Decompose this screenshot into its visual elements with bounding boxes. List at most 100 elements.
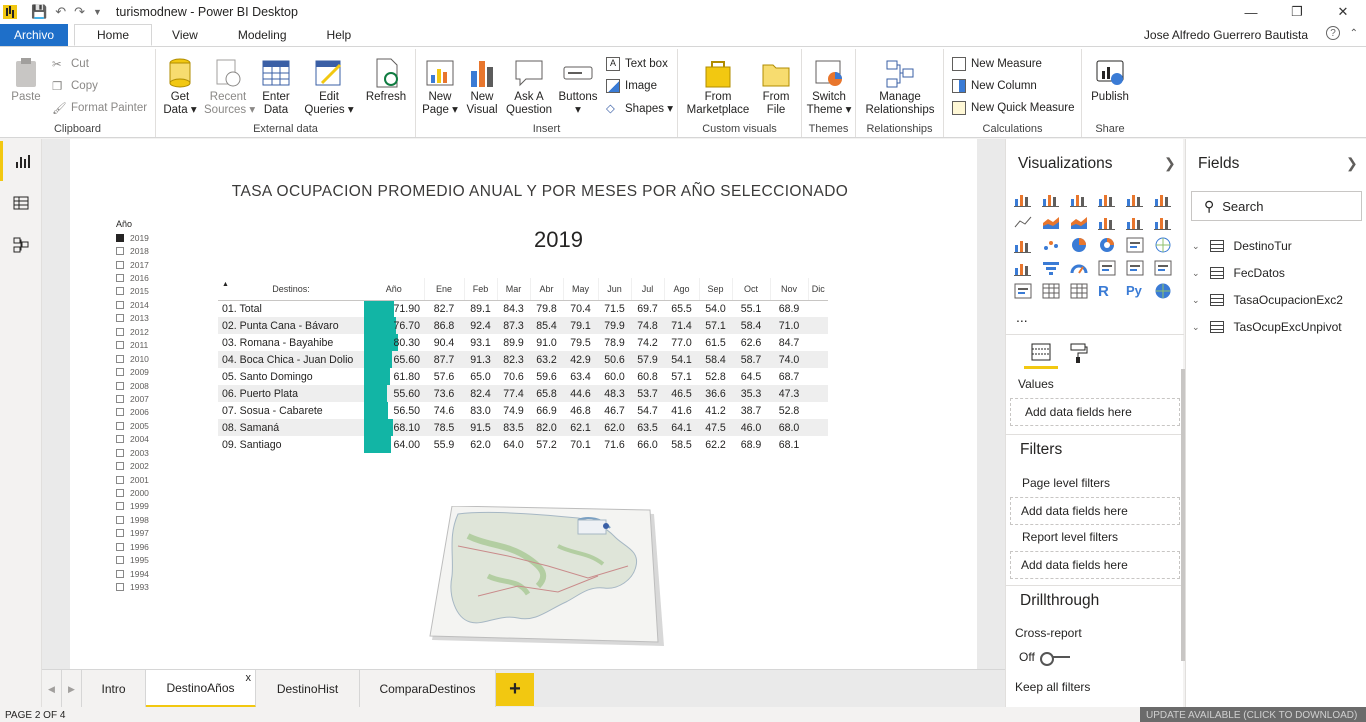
column-header[interactable]: Dic <box>807 278 828 301</box>
column-header[interactable]: Abr <box>529 278 563 301</box>
edit-queries-button[interactable]: Edit Queries ▾ <box>302 57 356 117</box>
new-page-button[interactable]: New Page ▾ <box>420 57 460 117</box>
add-page-button[interactable]: + <box>496 673 534 706</box>
format-painter-button[interactable]: 🖌 Format Painter <box>52 101 147 115</box>
user-name[interactable]: Jose Alfredo Guerrero Bautista <box>1144 28 1308 42</box>
close-page-icon[interactable]: x <box>246 672 252 684</box>
slicer-item-2019[interactable]: 2019 <box>116 231 149 244</box>
publish-button[interactable]: Publish <box>1086 57 1134 104</box>
tab-archivo[interactable]: Archivo <box>0 24 69 46</box>
slicer-item-2000[interactable]: 2000 <box>116 486 149 499</box>
slicer-item-2014[interactable]: 2014 <box>116 298 149 311</box>
table-row[interactable]: 02. Punta Cana - Bávaro 76.70 86.8 92.4 87.3… <box>218 317 828 334</box>
table-row[interactable]: 07. Sosua - Cabarete 56.50 74.6 83.0 74.9 66.… <box>218 402 828 419</box>
checkbox[interactable] <box>116 421 124 430</box>
table-row[interactable]: 01. Total 71.90 82.7 89.1 84.3 79.8 70.4 71.5 69… <box>218 300 828 318</box>
field-table-fecdatos[interactable]: ⌄ FecDatos <box>1192 266 1285 280</box>
table-row[interactable]: 08. Samaná 68.10 78.5 91.5 83.5 82.0 62.1 62.0 6… <box>218 419 828 436</box>
help-icon[interactable]: ? <box>1326 26 1340 40</box>
column-header[interactable]: Jun <box>597 278 631 301</box>
checkbox[interactable] <box>116 381 124 390</box>
checkbox[interactable] <box>116 569 124 578</box>
scatter-icon[interactable] <box>1042 237 1060 253</box>
column-header[interactable]: Ago <box>663 278 699 301</box>
new-visual-button[interactable]: New Visual <box>462 57 502 117</box>
column-header[interactable]: Feb <box>463 278 497 301</box>
100-bar-icon[interactable] <box>1126 191 1144 207</box>
collapse-fields-icon[interactable]: ❯ <box>1346 155 1358 172</box>
slicer-item-1997[interactable]: 1997 <box>116 527 149 540</box>
column-header[interactable]: Nov <box>769 278 808 301</box>
checkbox[interactable] <box>116 287 124 296</box>
clustered-column-icon[interactable] <box>1098 191 1116 207</box>
filled-map-icon[interactable] <box>1014 260 1032 276</box>
enter-data-button[interactable]: Enter Data <box>256 57 296 117</box>
field-table-tasaocupacionexc2[interactable]: ⌄ TasaOcupacionExc2 <box>1192 293 1343 307</box>
column-header[interactable]: Año <box>364 278 424 301</box>
slicer-icon[interactable] <box>1014 283 1032 299</box>
checkbox[interactable] <box>116 354 124 363</box>
kpi-icon[interactable] <box>1154 260 1172 276</box>
shapes-button[interactable]: ◇ Shapes ▾ <box>606 101 673 115</box>
close-window-button[interactable]: ✕ <box>1320 0 1366 24</box>
expand-chevron-icon[interactable]: ⌄ <box>1192 295 1200 306</box>
table-row[interactable]: 05. Santo Domingo 61.80 57.6 65.0 70.6 59.6 63… <box>218 368 828 385</box>
paste-button[interactable]: Paste <box>8 57 44 104</box>
checkbox[interactable] <box>116 475 124 484</box>
waterfall-icon[interactable] <box>1014 237 1032 253</box>
slicer-item-2015[interactable]: 2015 <box>116 285 149 298</box>
collapse-ribbon-icon[interactable]: ⌃ <box>1350 28 1358 39</box>
card-icon[interactable] <box>1098 260 1116 276</box>
r-visual-icon[interactable]: R <box>1098 283 1116 300</box>
field-table-tasocupexcunpivot[interactable]: ⌄ TasOcupExcUnpivot <box>1192 320 1342 334</box>
slicer-item-1993[interactable]: 1993 <box>116 580 149 593</box>
checkbox[interactable] <box>116 542 124 551</box>
tab-help[interactable]: Help <box>307 24 372 46</box>
manage-relationships-button[interactable]: Manage Relationships <box>860 57 940 117</box>
column-header[interactable]: Jul <box>630 278 664 301</box>
checkbox[interactable] <box>116 583 124 592</box>
slicer-item-2007[interactable]: 2007 <box>116 392 149 405</box>
format-paint-roller-icon[interactable] <box>1068 343 1092 365</box>
text-box-button[interactable]: A Text box <box>606 57 668 71</box>
fields-well-tab-icon[interactable] <box>1024 343 1058 369</box>
treemap-icon[interactable] <box>1126 237 1144 253</box>
slicer-item-2017[interactable]: 2017 <box>116 258 149 271</box>
checkbox[interactable] <box>116 502 124 511</box>
column-header[interactable]: Mar <box>496 278 530 301</box>
page-tab-destinohist[interactable]: DestinoHist <box>256 670 360 708</box>
checkbox[interactable] <box>116 408 124 417</box>
slicer-item-2011[interactable]: 2011 <box>116 339 149 352</box>
redo-icon[interactable]: ↷ <box>74 4 85 20</box>
slicer-item-1994[interactable]: 1994 <box>116 567 149 580</box>
collapse-visualizations-icon[interactable]: ❯ <box>1164 155 1176 172</box>
line-column-icon[interactable] <box>1098 214 1116 230</box>
stacked-area-icon[interactable] <box>1070 214 1088 230</box>
slicer-item-2008[interactable]: 2008 <box>116 379 149 392</box>
tab-modeling[interactable]: Modeling <box>218 24 307 46</box>
next-page-arrow[interactable]: ▶ <box>62 670 82 708</box>
table-row[interactable]: 06. Puerto Plata 55.60 73.6 82.4 77.4 65.8 44.… <box>218 385 828 402</box>
page-filters-well[interactable]: Add data fields here <box>1010 497 1180 525</box>
multirow-card-icon[interactable] <box>1126 260 1144 276</box>
stacked-column-icon[interactable] <box>1042 191 1060 207</box>
slicer-item-2001[interactable]: 2001 <box>116 473 149 486</box>
100-column-icon[interactable] <box>1154 191 1172 207</box>
checkbox[interactable] <box>116 300 124 309</box>
fields-search-input[interactable]: ⚲ Search <box>1191 191 1362 221</box>
area-chart-icon[interactable] <box>1042 214 1060 230</box>
checkbox[interactable] <box>116 260 124 269</box>
globe-map-icon[interactable] <box>1154 283 1172 299</box>
new-quick-measure-button[interactable]: New Quick Measure <box>952 101 1075 115</box>
checkbox[interactable] <box>116 448 124 457</box>
tab-view[interactable]: View <box>152 24 218 46</box>
page-tab-intro[interactable]: Intro <box>82 670 146 708</box>
column-header[interactable]: Ene <box>423 278 464 301</box>
ribbon-chart-icon[interactable] <box>1154 214 1172 230</box>
slicer-item-2004[interactable]: 2004 <box>116 433 149 446</box>
column-header[interactable]: Oct <box>731 278 770 301</box>
switch-theme-button[interactable]: Switch Theme ▾ <box>804 57 854 117</box>
clustered-bar-icon[interactable] <box>1070 191 1088 207</box>
checkbox[interactable] <box>116 489 124 498</box>
checkbox[interactable] <box>116 314 124 323</box>
